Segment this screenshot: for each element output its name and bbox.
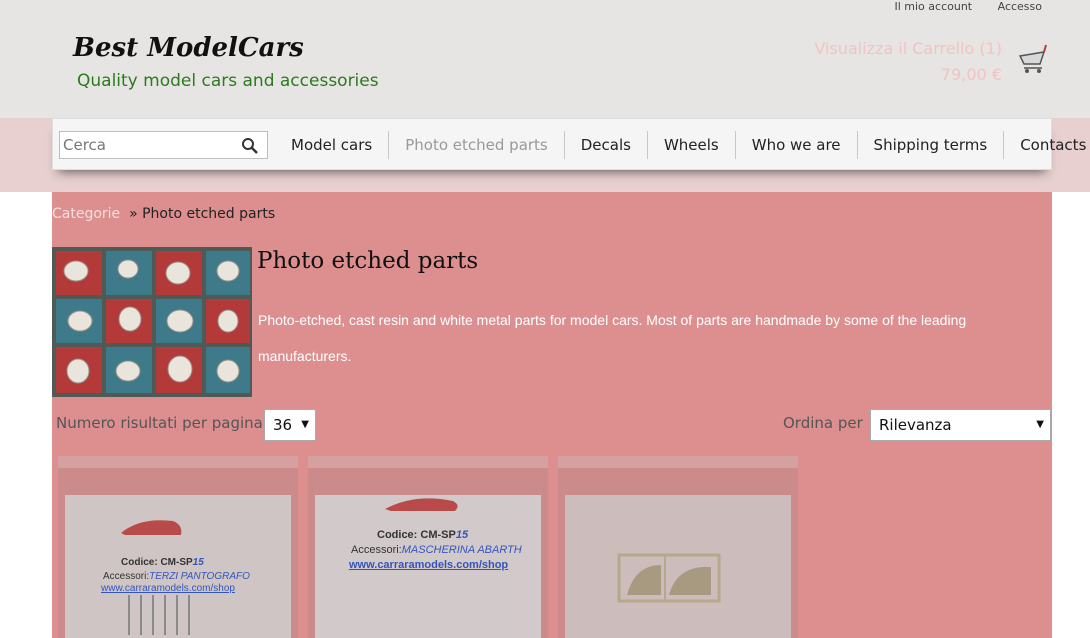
product-image[interactable]: Codice: CM-SP15 Accessori:TERZI PANTOGRA… (65, 495, 291, 638)
product-card-header (558, 456, 798, 468)
cart-total: 79,00 € (940, 65, 1002, 84)
per-page-label: Numero risultati per pagina (56, 414, 263, 432)
main-navbar: Model cars Photo etched parts Decals Whe… (52, 118, 1086, 170)
product-url: www.carraramodels.com/shop (349, 559, 509, 571)
shopping-cart-icon[interactable] (1018, 42, 1048, 74)
sort-value: Rilevanza (879, 416, 952, 434)
site-logo-title[interactable]: Best ModelCars (73, 33, 304, 63)
product-code: Codice: CM-SP15 (377, 529, 469, 541)
site-logo-subtitle: Quality model cars and accessories (77, 71, 379, 91)
category-description: Photo-etched, cast resin and white metal… (258, 312, 967, 364)
top-links: Il mio account Accesso (872, 0, 1042, 13)
breadcrumb: Categorie » Photo etched parts (52, 206, 275, 222)
login-link[interactable]: Accesso (998, 0, 1042, 13)
nav-item-photo-etched-parts[interactable]: Photo etched parts (389, 131, 565, 159)
category-title: Photo etched parts (257, 248, 479, 274)
product-card[interactable]: Codice: CM-SP15 Accessori:MASCHERINA ABA… (308, 456, 548, 638)
product-accessori: Accessori:TERZI PANTOGRAFO (103, 571, 250, 582)
top-header: Il mio account Accesso Best ModelCars Qu… (0, 0, 1090, 118)
nav-item-shipping-terms[interactable]: Shipping terms (858, 131, 1005, 159)
breadcrumb-current: Photo etched parts (142, 206, 276, 222)
chevron-down-icon: ▼ (301, 419, 309, 430)
product-image[interactable] (565, 495, 791, 638)
product-card-header (58, 456, 298, 468)
nav-menu: Model cars Photo etched parts Decals Whe… (275, 131, 1086, 159)
sort-label: Ordina per (783, 414, 863, 432)
chevron-down-icon: ▼ (1036, 419, 1044, 430)
cart-summary[interactable]: Visualizza il Carrello (1) 79,00 € (814, 36, 1002, 88)
main-content: Categorie » Photo etched parts Photo etc… (52, 192, 1052, 638)
per-page-value: 36 (273, 416, 293, 434)
product-card[interactable] (558, 456, 798, 638)
nav-item-decals[interactable]: Decals (565, 131, 648, 159)
product-url: www.carraramodels.com/shop (101, 583, 235, 594)
search-input[interactable] (63, 135, 233, 155)
nav-item-wheels[interactable]: Wheels (648, 131, 736, 159)
product-image[interactable]: Codice: CM-SP15 Accessori:MASCHERINA ABA… (315, 495, 541, 638)
product-card[interactable]: Codice: CM-SP15 Accessori:TERZI PANTOGRA… (58, 456, 298, 638)
my-account-link[interactable]: Il mio account (894, 0, 972, 13)
search-icon[interactable] (241, 137, 259, 155)
product-code: Codice: CM-SP15 (121, 557, 204, 568)
breadcrumb-separator: » (129, 206, 138, 222)
category-image (52, 247, 252, 397)
nav-item-model-cars[interactable]: Model cars (275, 131, 390, 159)
cart-link[interactable]: Visualizza il Carrello (1) (814, 36, 1002, 62)
product-card-header (308, 456, 548, 468)
sort-select[interactable]: Rilevanza ▼ (870, 409, 1051, 441)
nav-item-who-we-are[interactable]: Who we are (736, 131, 858, 159)
per-page-select[interactable]: 36 ▼ (264, 409, 316, 441)
nav-item-contacts[interactable]: Contacts (1004, 131, 1086, 159)
breadcrumb-root-link[interactable]: Categorie (52, 206, 120, 222)
product-accessori: Accessori:MASCHERINA ABARTH (351, 544, 522, 556)
search-box (59, 131, 268, 159)
